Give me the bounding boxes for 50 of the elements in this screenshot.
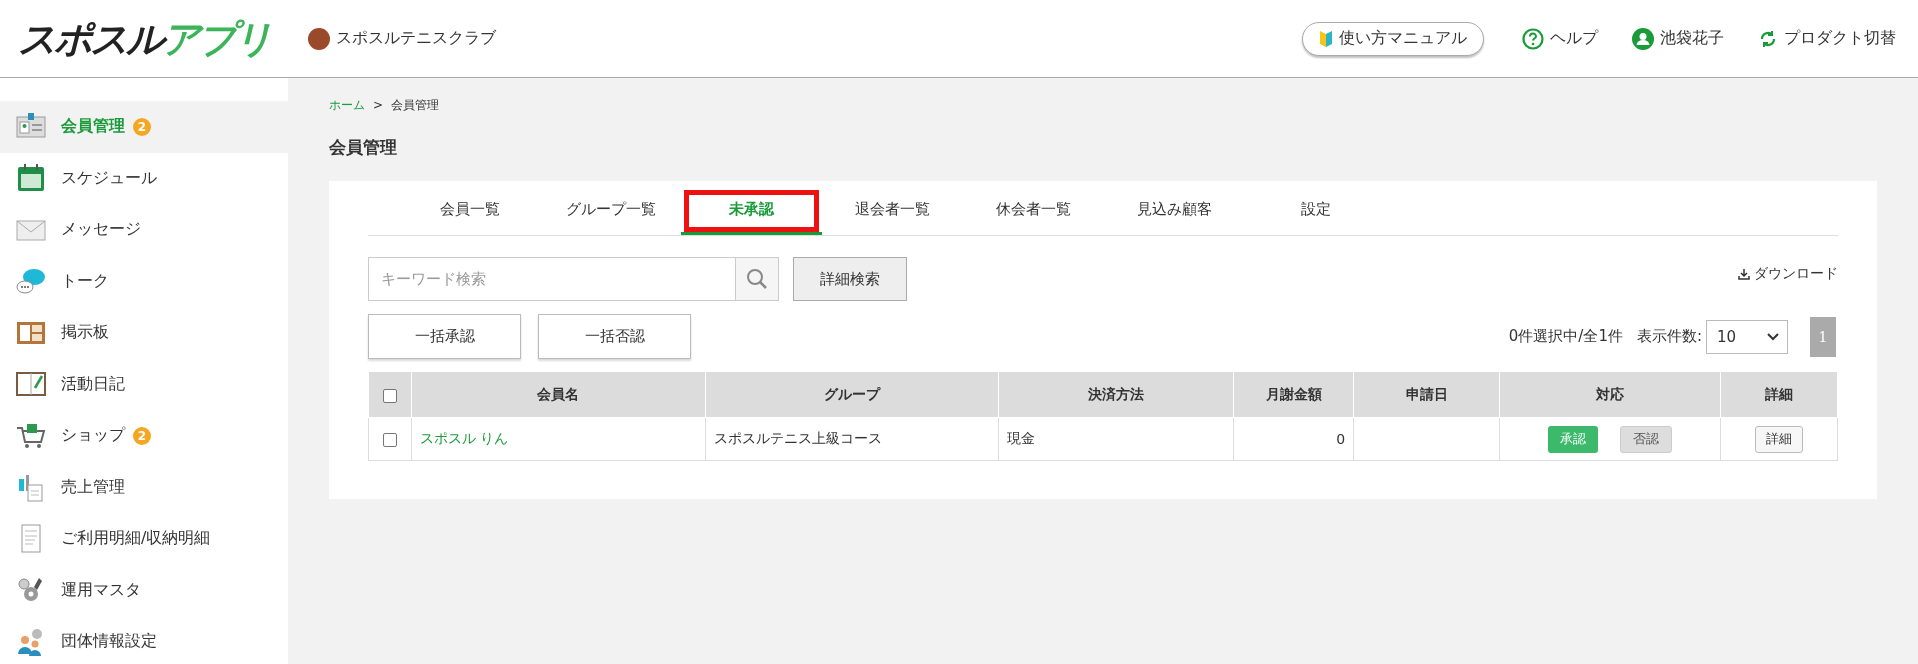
download-link[interactable]: ダウンロード (1738, 244, 1838, 283)
checkbox[interactable] (383, 388, 397, 403)
bulk-action-button[interactable]: 一括承認 (368, 314, 521, 359)
download-icon (1738, 268, 1750, 280)
tab[interactable]: 設定 (1245, 187, 1386, 235)
chevron-down-icon (1767, 332, 1779, 341)
page-size-label: 表示件数: (1636, 327, 1702, 346)
column-header: 決済方法 (998, 371, 1234, 418)
selection-status: 0件選択中/全1件 (1508, 327, 1623, 346)
manual-button[interactable]: 使い方マニュアル (1302, 21, 1484, 56)
search-field[interactable]: キーワード検索 (368, 257, 735, 301)
member-name-link[interactable]: スポスル りん (420, 430, 509, 446)
tab[interactable]: グループ一覧 (540, 187, 681, 235)
page-size-select[interactable]: 10 (1706, 319, 1788, 354)
table-cell: 現金 (998, 417, 1234, 461)
page-title: 会員管理 (329, 136, 398, 159)
count-badge: 2 (133, 426, 151, 445)
refresh-arrows-icon (1758, 28, 1778, 49)
tab[interactable]: 会員一覧 (399, 187, 540, 235)
checkbox[interactable] (383, 433, 397, 447)
column-header: 申請日 (1353, 371, 1500, 418)
table-cell: 0 (1233, 417, 1354, 461)
product-switch-link[interactable]: プロダクト切替 (1758, 28, 1896, 49)
column-header: 対応 (1499, 371, 1721, 418)
table-cell: スポスルテニス上級コース (705, 417, 998, 461)
help-icon (1522, 27, 1544, 50)
app-logo[interactable]: スポスルアプリ (18, 19, 270, 58)
detail-search-button[interactable]: 詳細検索 (793, 257, 907, 301)
column-header: 月謝金額 (1233, 371, 1354, 418)
count-badge: 2 (133, 117, 151, 136)
club-name: スポスルテニスクラブ (336, 28, 496, 49)
tab[interactable]: 休会者一覧 (963, 187, 1104, 235)
reject-button[interactable]: 否認 (1620, 425, 1673, 453)
tab[interactable]: 見込み顧客 (1104, 187, 1245, 235)
search-button[interactable] (735, 257, 779, 301)
detail-button[interactable]: 詳細 (1755, 425, 1803, 453)
column-header: 詳細 (1720, 371, 1838, 418)
bulk-action-button[interactable]: 一括否認 (538, 314, 691, 359)
tab[interactable]: 退会者一覧 (822, 187, 963, 235)
help-link[interactable]: ヘルプ (1522, 27, 1598, 50)
club-avatar (308, 27, 330, 50)
column-header: グループ (705, 371, 998, 418)
user-icon (1632, 27, 1654, 50)
user-menu[interactable]: 池袋花子 (1632, 27, 1724, 50)
breadcrumb-current: 会員管理 (391, 96, 440, 114)
column-header: 会員名 (411, 371, 706, 418)
beginner-mark-icon (1319, 29, 1333, 48)
breadcrumb-separator: > (373, 98, 384, 112)
search-icon (746, 268, 768, 290)
tab[interactable]: 未承認 (681, 187, 822, 235)
